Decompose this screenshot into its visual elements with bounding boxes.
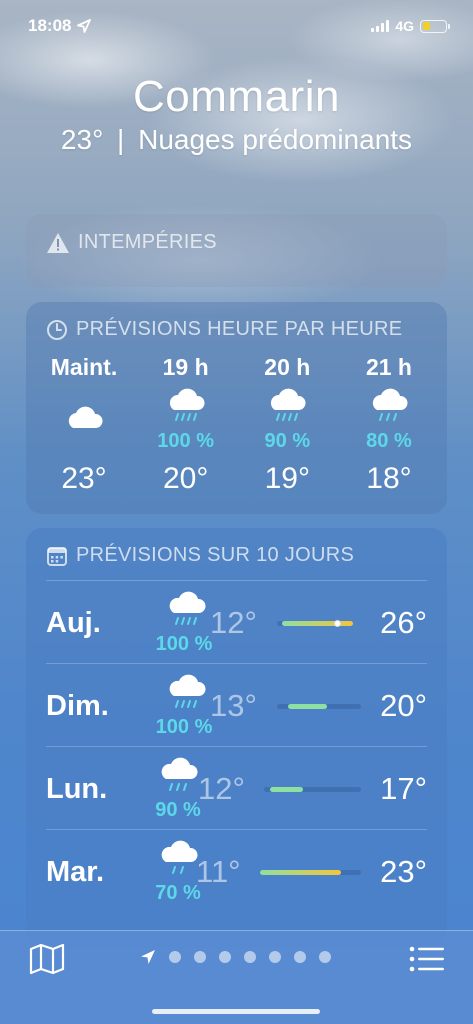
- day-high: 17°: [380, 771, 427, 806]
- status-bar: 18:08 4G: [28, 14, 450, 38]
- location-arrow-icon: [77, 19, 92, 33]
- cloud-icon: [36, 404, 132, 440]
- daily-title: PRÉVISIONS SUR 10 JOURS: [76, 544, 355, 566]
- heavy-rain-cloud-icon: [164, 674, 210, 714]
- page-dot[interactable]: [219, 951, 231, 963]
- battery-icon: [420, 19, 450, 33]
- alert-header: INTEMPÉRIES: [46, 231, 217, 254]
- hour-precip: 80 %: [366, 430, 412, 452]
- page-dot[interactable]: [269, 951, 281, 963]
- day-high: 20°: [380, 688, 427, 723]
- day-low: 11°: [196, 854, 241, 889]
- status-time: 18:08: [28, 16, 72, 35]
- day-low: 12°: [210, 605, 257, 640]
- hour-precip: 90 %: [264, 430, 311, 452]
- hour-time: Maint.: [50, 354, 118, 380]
- clock-icon: [47, 319, 67, 340]
- rain-cloud-icon: [156, 757, 202, 797]
- list-icon[interactable]: [409, 945, 445, 973]
- temp-range-bar: [264, 787, 361, 792]
- signal-icon: [371, 20, 390, 32]
- page-dot[interactable]: [294, 951, 306, 963]
- day-row[interactable]: Auj. 100 % 12° 26°: [46, 580, 427, 663]
- rain-cloud-icon: [239, 388, 335, 424]
- home-indicator: [152, 1009, 320, 1014]
- day-row[interactable]: Dim. 100 % 13° 20°: [46, 663, 427, 746]
- hourly-title: PRÉVISIONS HEURE PAR HEURE: [76, 318, 403, 340]
- day-name: Dim.: [46, 690, 109, 722]
- page-dot[interactable]: [244, 951, 256, 963]
- hour-temp: 23°: [61, 462, 107, 495]
- daily-header: PRÉVISIONS SUR 10 JOURS: [46, 544, 354, 567]
- hour-time: 19 h: [162, 354, 209, 380]
- separator: |: [117, 124, 125, 155]
- warning-icon: [47, 232, 69, 253]
- day-row[interactable]: Lun. 90 % 12° 17°: [46, 746, 427, 829]
- location-arrow-icon: [141, 950, 155, 964]
- hour-item: 21 h 80 % 18°: [341, 354, 437, 495]
- hour-item: 20 h 90 % 19°: [239, 354, 335, 495]
- day-low: 13°: [210, 688, 257, 723]
- hour-temp: 19°: [264, 462, 310, 495]
- hour-temp: 18°: [366, 462, 412, 495]
- hour-time: 20 h: [264, 354, 311, 380]
- bottom-toolbar: [0, 930, 473, 1024]
- hour-item: 19 h 100 % 20°: [138, 354, 234, 495]
- map-icon[interactable]: [28, 943, 66, 975]
- page-indicator[interactable]: [140, 949, 331, 965]
- temp-range-bar: [260, 870, 361, 875]
- day-high: 26°: [380, 605, 427, 640]
- day-name: Lun.: [46, 773, 108, 805]
- daily-forecast-card[interactable]: PRÉVISIONS SUR 10 JOURS Auj. 100 % 12° 2…: [26, 528, 447, 948]
- temp-range-fill: [282, 621, 353, 626]
- day-row[interactable]: Mar. 70 % 11° 23°: [46, 829, 427, 912]
- temp-range-fill: [260, 870, 341, 875]
- temp-range-fill: [288, 704, 328, 709]
- heavy-rain-cloud-icon: [164, 591, 210, 631]
- page-dot[interactable]: [169, 951, 181, 963]
- hour-time: 21 h: [365, 354, 412, 380]
- calendar-icon: [47, 546, 67, 566]
- temp-range-fill: [270, 787, 303, 792]
- hourly-header: PRÉVISIONS HEURE PAR HEURE: [46, 318, 402, 341]
- location-header: Commarin 23° | Nuages prédominants: [0, 72, 473, 156]
- hourly-forecast-card[interactable]: PRÉVISIONS HEURE PAR HEURE Maint. 23° 19…: [26, 302, 447, 514]
- network-label: 4G: [395, 18, 414, 34]
- current-conditions: 23° | Nuages prédominants: [0, 124, 473, 156]
- day-name: Auj.: [46, 607, 101, 639]
- page-dot[interactable]: [194, 951, 206, 963]
- day-high: 23°: [380, 854, 427, 889]
- page-dot[interactable]: [319, 951, 331, 963]
- condition-text: Nuages prédominants: [138, 124, 413, 155]
- rain-cloud-icon: [341, 388, 437, 424]
- alert-title: INTEMPÉRIES: [78, 231, 217, 253]
- city-name: Commarin: [133, 72, 340, 121]
- day-low: 12°: [198, 771, 245, 806]
- current-temperature: 23°: [60, 124, 104, 155]
- day-name: Mar.: [46, 856, 105, 888]
- hour-item: Maint. 23°: [36, 354, 132, 495]
- hour-temp: 20°: [162, 462, 209, 495]
- hourly-list: Maint. 23° 19 h 100 % 20° 20 h 90 % 19° …: [36, 354, 437, 495]
- temp-range-bar: [277, 704, 361, 709]
- temp-range-bar: [277, 620, 353, 627]
- hour-precip: 100 %: [157, 430, 215, 452]
- rain-cloud-icon: [138, 388, 234, 424]
